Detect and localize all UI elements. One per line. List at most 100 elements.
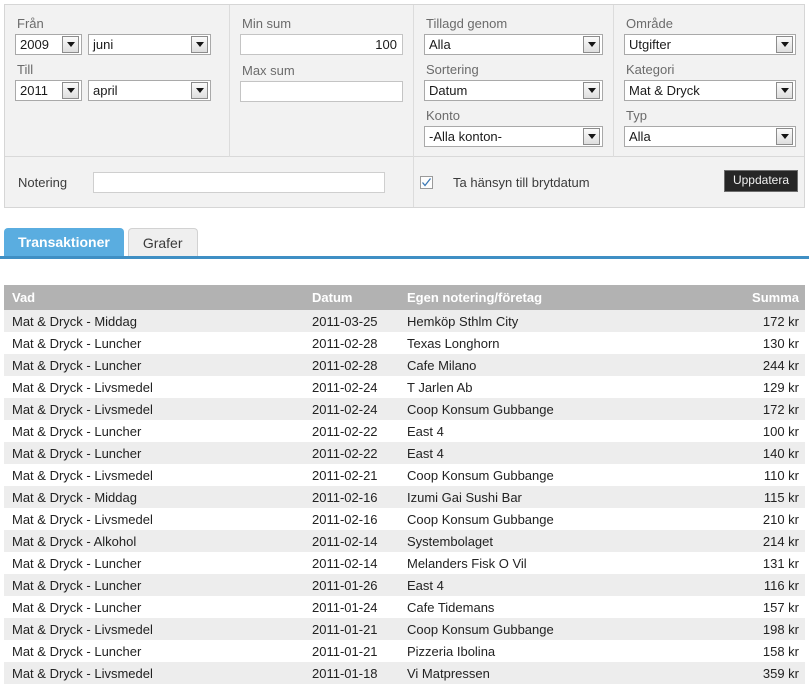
cell-vad: Mat & Dryck - Livsmedel: [4, 376, 304, 398]
cell-egen-notering: Cafe Tidemans: [399, 596, 699, 618]
cell-vad: Mat & Dryck - Luncher: [4, 640, 304, 662]
fran-year-value: 2009: [20, 37, 49, 52]
tab-bar: Transaktioner Grafer: [4, 226, 805, 256]
cell-datum: 2011-02-14: [304, 530, 399, 552]
tab-transaktioner[interactable]: Transaktioner: [4, 228, 124, 256]
cell-summa: 115 kr: [699, 486, 805, 508]
cell-datum: 2011-02-24: [304, 398, 399, 420]
brytdatum-label: Ta hänsyn till brytdatum: [453, 174, 590, 190]
sortering-select[interactable]: Datum: [424, 80, 603, 101]
table-row[interactable]: Mat & Dryck - Luncher 2011-02-14 Melanders…: [4, 552, 805, 574]
omrade-value: Utgifter: [629, 37, 671, 52]
table-row[interactable]: Mat & Dryck - Livsmedel 2011-02-24 T Jarle…: [4, 376, 805, 398]
filter-panel: Från 2009 juni Till 2011 april Min sum 1…: [4, 4, 805, 208]
till-row: 2011 april: [15, 80, 219, 101]
table-row[interactable]: Mat & Dryck - Alkohol 2011-02-14 Systembol…: [4, 530, 805, 552]
table-row[interactable]: Mat & Dryck - Luncher 2011-02-28 Cafe Mila…: [4, 354, 805, 376]
cell-datum: 2011-01-18: [304, 662, 399, 684]
table-row[interactable]: Mat & Dryck - Luncher 2011-01-21 Pizzeria …: [4, 640, 805, 662]
cell-summa: 172 kr: [699, 310, 805, 332]
cell-vad: Mat & Dryck - Luncher: [4, 332, 304, 354]
cell-vad: Mat & Dryck - Luncher: [4, 354, 304, 376]
cell-vad: Mat & Dryck - Luncher: [4, 420, 304, 442]
chevron-down-icon[interactable]: [583, 36, 600, 53]
column-header-summa[interactable]: Summa: [699, 285, 805, 310]
column-header-vad[interactable]: Vad: [4, 285, 304, 310]
notering-area: Notering: [5, 157, 413, 207]
table-row[interactable]: Mat & Dryck - Luncher 2011-02-28 Texas Lon…: [4, 332, 805, 354]
table-row[interactable]: Mat & Dryck - Middag 2011-02-16 Izumi Gai …: [4, 486, 805, 508]
chevron-down-icon[interactable]: [776, 82, 793, 99]
cell-summa: 210 kr: [699, 508, 805, 530]
chevron-down-icon[interactable]: [776, 36, 793, 53]
cell-summa: 244 kr: [699, 354, 805, 376]
cell-egen-notering: Izumi Gai Sushi Bar: [399, 486, 699, 508]
table-row[interactable]: Mat & Dryck - Luncher 2011-02-22 East 4 140…: [4, 442, 805, 464]
konto-select[interactable]: -Alla konton-: [424, 126, 603, 147]
table-row[interactable]: Mat & Dryck - Luncher 2011-01-24 Cafe Tide…: [4, 596, 805, 618]
tab-grafer[interactable]: Grafer: [127, 228, 198, 256]
min-sum-input[interactable]: [240, 34, 403, 55]
chevron-down-icon[interactable]: [583, 82, 600, 99]
cell-datum: 2011-02-16: [304, 486, 399, 508]
chevron-down-icon[interactable]: [191, 36, 208, 53]
transactions-table: Vad Datum Egen notering/företag Summa Ma…: [4, 285, 805, 684]
till-label: Till: [17, 62, 34, 77]
till-month-select[interactable]: april: [88, 80, 211, 101]
fran-month-select[interactable]: juni: [88, 34, 211, 55]
cell-vad: Mat & Dryck - Middag: [4, 486, 304, 508]
till-month-value: april: [93, 83, 118, 98]
cell-vad: Mat & Dryck - Luncher: [4, 442, 304, 464]
till-year-select[interactable]: 2011: [15, 80, 82, 101]
cell-egen-notering: East 4: [399, 574, 699, 596]
update-button[interactable]: Uppdatera: [723, 170, 798, 192]
cell-summa: 100 kr: [699, 420, 805, 442]
chevron-down-icon[interactable]: [62, 36, 79, 53]
tab-underline: [0, 256, 809, 259]
cell-datum: 2011-02-21: [304, 464, 399, 486]
typ-select[interactable]: Alla: [624, 126, 796, 147]
table-row[interactable]: Mat & Dryck - Luncher 2011-02-22 East 4 100…: [4, 420, 805, 442]
chevron-down-icon[interactable]: [776, 128, 793, 145]
cell-summa: 158 kr: [699, 640, 805, 662]
cell-summa: 198 kr: [699, 618, 805, 640]
chevron-down-icon[interactable]: [191, 82, 208, 99]
cell-egen-notering: Coop Konsum Gubbange: [399, 508, 699, 530]
omrade-select[interactable]: Utgifter: [624, 34, 796, 55]
table-row[interactable]: Mat & Dryck - Luncher 2011-01-26 East 4 116…: [4, 574, 805, 596]
cell-egen-notering: Melanders Fisk O Vil: [399, 552, 699, 574]
filter-column-date-range: Från 2009 juni Till 2011 april: [5, 5, 229, 157]
brytdatum-checkbox[interactable]: [420, 175, 433, 189]
table-header-row: Vad Datum Egen notering/företag Summa: [4, 285, 805, 310]
kategori-label: Kategori: [626, 62, 675, 77]
kategori-select[interactable]: Mat & Dryck: [624, 80, 796, 101]
cell-vad: Mat & Dryck - Alkohol: [4, 530, 304, 552]
fran-year-select[interactable]: 2009: [15, 34, 82, 55]
column-header-egen-notering[interactable]: Egen notering/företag: [399, 285, 699, 310]
cell-datum: 2011-02-16: [304, 508, 399, 530]
table-row[interactable]: Mat & Dryck - Livsmedel 2011-02-21 Coop Ko…: [4, 464, 805, 486]
cell-vad: Mat & Dryck - Luncher: [4, 552, 304, 574]
cell-summa: 116 kr: [699, 574, 805, 596]
table-row[interactable]: Mat & Dryck - Livsmedel 2011-01-18 Vi Matp…: [4, 662, 805, 684]
cell-datum: 2011-02-14: [304, 552, 399, 574]
cell-datum: 2011-03-25: [304, 310, 399, 332]
chevron-down-icon[interactable]: [62, 82, 79, 99]
fran-month-value: juni: [93, 37, 114, 52]
tab-grafer-label: Grafer: [142, 234, 183, 251]
tillagd-genom-select[interactable]: Alla: [424, 34, 603, 55]
notering-input[interactable]: [93, 171, 385, 193]
cell-vad: Mat & Dryck - Livsmedel: [4, 398, 304, 420]
konto-value: -Alla konton-: [429, 129, 502, 144]
cell-egen-notering: Coop Konsum Gubbange: [399, 464, 699, 486]
table-row[interactable]: Mat & Dryck - Livsmedel 2011-02-24 Coop Ko…: [4, 398, 805, 420]
max-sum-input[interactable]: [240, 81, 403, 102]
chevron-down-icon[interactable]: [583, 128, 600, 145]
table-row[interactable]: Mat & Dryck - Middag 2011-03-25 Hemköp Sth…: [4, 310, 805, 332]
cell-datum: 2011-01-26: [304, 574, 399, 596]
table-row[interactable]: Mat & Dryck - Livsmedel 2011-01-21 Coop Ko…: [4, 618, 805, 640]
till-year-value: 2011: [20, 83, 48, 98]
table-row[interactable]: Mat & Dryck - Livsmedel 2011-02-16 Coop Ko…: [4, 508, 805, 530]
column-header-datum[interactable]: Datum: [304, 285, 399, 310]
min-sum-label: Min sum: [242, 16, 292, 31]
